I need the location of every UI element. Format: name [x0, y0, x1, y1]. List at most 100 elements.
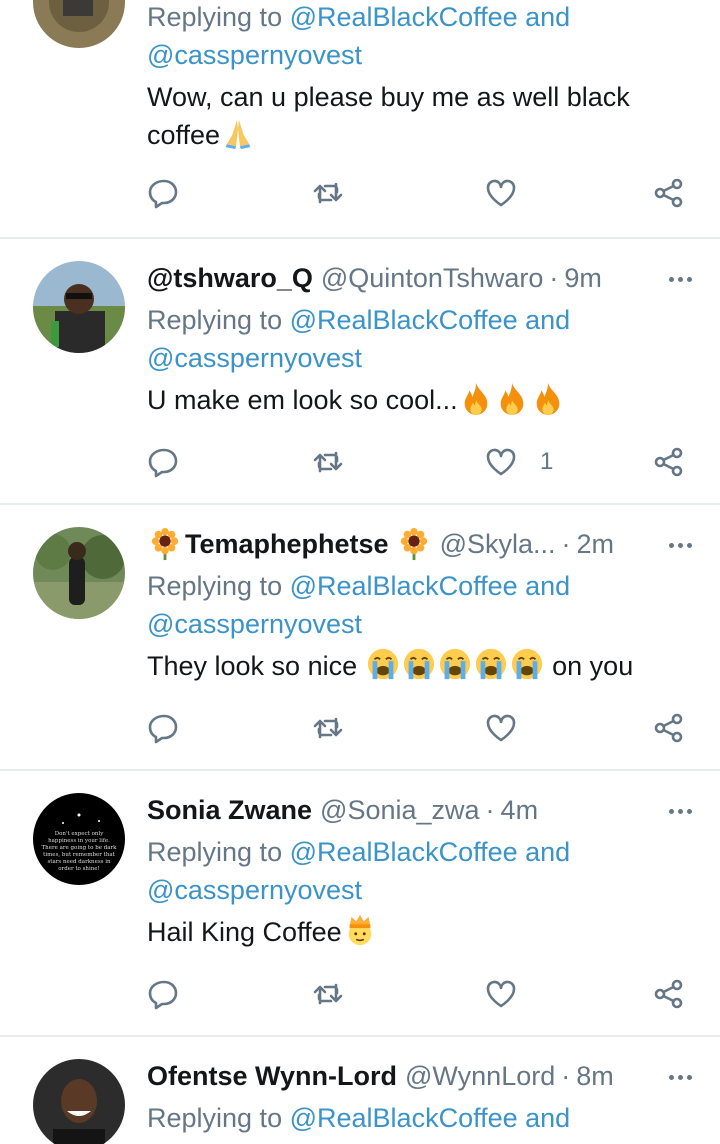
avatar-quote-line: Don't expect only: [55, 831, 105, 837]
more-options-icon[interactable]: [652, 1065, 692, 1089]
tweet-text: Wow, can u please buy me as well black c…: [147, 82, 630, 150]
reply-button[interactable]: [147, 708, 181, 748]
reply-icon: [148, 714, 178, 744]
tweet-actions: [147, 173, 692, 213]
mention-link[interactable]: @RealBlackCoffee and: [290, 837, 571, 867]
mention-link[interactable]: @RealBlackCoffee and: [290, 2, 571, 32]
fire-emoji: [500, 382, 523, 415]
tweet-1[interactable]: Replying to @RealBlackCoffee and @casspe…: [0, 0, 720, 239]
display-name[interactable]: Ofentse Wynn-Lord: [147, 1061, 397, 1092]
timestamp[interactable]: 9m: [564, 263, 602, 294]
share-button[interactable]: [652, 708, 686, 748]
fire-emoji: [536, 382, 559, 415]
mention-link[interactable]: @casspernyovest: [147, 40, 362, 70]
handle[interactable]: @Skyla...: [440, 529, 556, 560]
heart-icon: [486, 179, 516, 207]
avatar-quote-line: happiness in your life.: [48, 838, 110, 844]
reply-icon: [148, 980, 178, 1010]
mention-link[interactable]: @RealBlackCoffee and: [290, 305, 571, 335]
heart-icon: [486, 980, 516, 1008]
retweet-icon: [313, 451, 343, 473]
reply-button[interactable]: [147, 442, 181, 482]
more-options-icon[interactable]: [652, 799, 692, 823]
sunflower-emoji: [400, 527, 427, 561]
display-name[interactable]: @tshwaro_Q: [147, 263, 313, 294]
tweet-text: Hail King Coffee: [147, 913, 692, 951]
mention-link[interactable]: @casspernyovest: [147, 875, 362, 905]
timestamp[interactable]: 8m: [576, 1061, 614, 1092]
reply-icon: [148, 448, 178, 478]
tweet-header: Sonia Zwane @Sonia_zwa · 4m: [147, 794, 539, 826]
tweet-text: U make em look so cool...: [147, 381, 692, 419]
replying-to: Replying to @RealBlackCoffee and: [147, 837, 571, 867]
avatar[interactable]: [33, 0, 125, 48]
loudly-crying-emoji: [511, 648, 542, 680]
replying-to: Replying to @RealBlackCoffee and: [147, 305, 571, 335]
share-button[interactable]: [652, 173, 686, 213]
tweet-header: Temaphephetse @Skyla... · 2m: [147, 525, 692, 563]
tweet-3[interactable]: Temaphephetse @Skyla... · 2m Replying to…: [0, 505, 720, 771]
reply-button[interactable]: [147, 173, 181, 213]
like-button[interactable]: 1: [484, 442, 553, 482]
tweet-actions: [147, 708, 692, 748]
tweet-4[interactable]: Don't expect only happiness in your life…: [0, 771, 720, 1037]
share-icon: [654, 713, 683, 743]
retweet-icon: [313, 983, 343, 1005]
loudly-crying-emoji: [439, 648, 470, 680]
share-icon: [654, 979, 683, 1009]
avatar[interactable]: Don't expect only happiness in your life…: [33, 793, 125, 885]
mention-link[interactable]: @RealBlackCoffee and: [290, 1103, 571, 1133]
mention-link[interactable]: @RealBlackCoffee and: [290, 571, 571, 601]
loudly-crying-emoji: [367, 648, 398, 680]
share-button[interactable]: [652, 974, 686, 1014]
display-name[interactable]: Temaphephetse: [185, 529, 389, 560]
tweet-header: Ofentse Wynn-Lord @WynnLord · 8m: [147, 1060, 614, 1092]
reply-icon: [148, 179, 178, 209]
like-button[interactable]: [484, 708, 540, 748]
handle[interactable]: @WynnLord: [405, 1061, 555, 1092]
avatar[interactable]: [33, 527, 125, 619]
avatar[interactable]: [33, 1059, 125, 1144]
share-icon: [654, 447, 683, 477]
like-button[interactable]: [484, 974, 540, 1014]
loudly-crying-emoji: [475, 648, 506, 680]
avatar-quote-line: times, but remember that: [43, 852, 116, 858]
tweet-header: @tshwaro_Q @QuintonTshwaro · 9m: [147, 262, 602, 294]
retweet-button[interactable]: [311, 173, 345, 213]
retweet-icon: [313, 182, 343, 204]
tweet-actions: [147, 974, 692, 1014]
more-options-icon[interactable]: [652, 533, 692, 557]
mention-link[interactable]: @casspernyovest: [147, 609, 362, 639]
replying-to: Replying to @RealBlackCoffee and: [147, 571, 571, 601]
avatar[interactable]: [33, 261, 125, 353]
mention-link[interactable]: @casspernyovest: [147, 343, 362, 373]
replying-to: Replying to @RealBlackCoffee and: [147, 2, 571, 32]
handle[interactable]: @Sonia_zwa: [320, 795, 480, 826]
person-with-crown-emoji: [348, 914, 371, 946]
like-button[interactable]: [484, 173, 540, 213]
share-button[interactable]: [652, 442, 686, 482]
replying-to: Replying to @RealBlackCoffee and: [147, 1103, 571, 1133]
loudly-crying-emoji: [403, 648, 434, 680]
like-count: 1: [540, 448, 554, 475]
display-name[interactable]: Sonia Zwane: [147, 795, 312, 826]
share-icon: [654, 178, 683, 208]
sunflower-emoji: [151, 527, 179, 561]
more-options-icon[interactable]: [652, 267, 692, 291]
avatar-quote-line: There are going to be dark: [42, 845, 118, 851]
tweet-actions: 1: [147, 442, 692, 482]
heart-icon: [486, 448, 516, 476]
reply-button[interactable]: [147, 974, 181, 1014]
heart-icon: [486, 714, 516, 742]
retweet-icon: [313, 717, 343, 739]
retweet-button[interactable]: [311, 708, 345, 748]
folded-hands-emoji: [225, 119, 251, 150]
timestamp[interactable]: 2m: [577, 529, 615, 560]
tweet-2[interactable]: @tshwaro_Q @QuintonTshwaro · 9m Replying…: [0, 239, 720, 505]
tweet-5[interactable]: Ofentse Wynn-Lord @WynnLord · 8m Replyin…: [0, 1037, 720, 1144]
retweet-button[interactable]: [311, 974, 345, 1014]
handle[interactable]: @QuintonTshwaro: [321, 263, 544, 294]
timestamp[interactable]: 4m: [501, 795, 539, 826]
tweet-text: They look so nice on you: [147, 647, 692, 685]
retweet-button[interactable]: [311, 442, 345, 482]
